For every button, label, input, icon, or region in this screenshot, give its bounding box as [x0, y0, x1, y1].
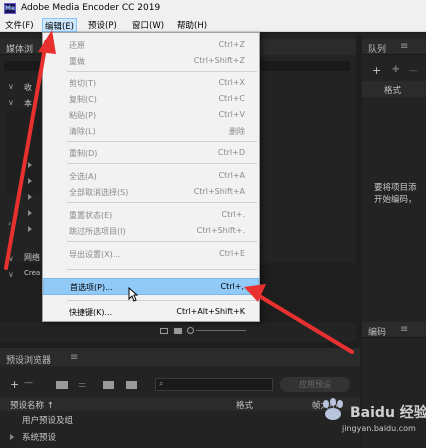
arrow-to-preferences [254, 292, 354, 354]
arrow-to-edit-menu [4, 40, 48, 270]
watermark: Baidu 经验 jingyan.baidu.com [318, 396, 426, 434]
baidu-paw-logo [323, 398, 343, 420]
arrow-head-icon [38, 30, 56, 54]
watermark-text: Baidu 经验 [350, 405, 426, 421]
annotation-arrows [4, 30, 354, 354]
watermark-url: jingyan.baidu.com [342, 424, 416, 433]
